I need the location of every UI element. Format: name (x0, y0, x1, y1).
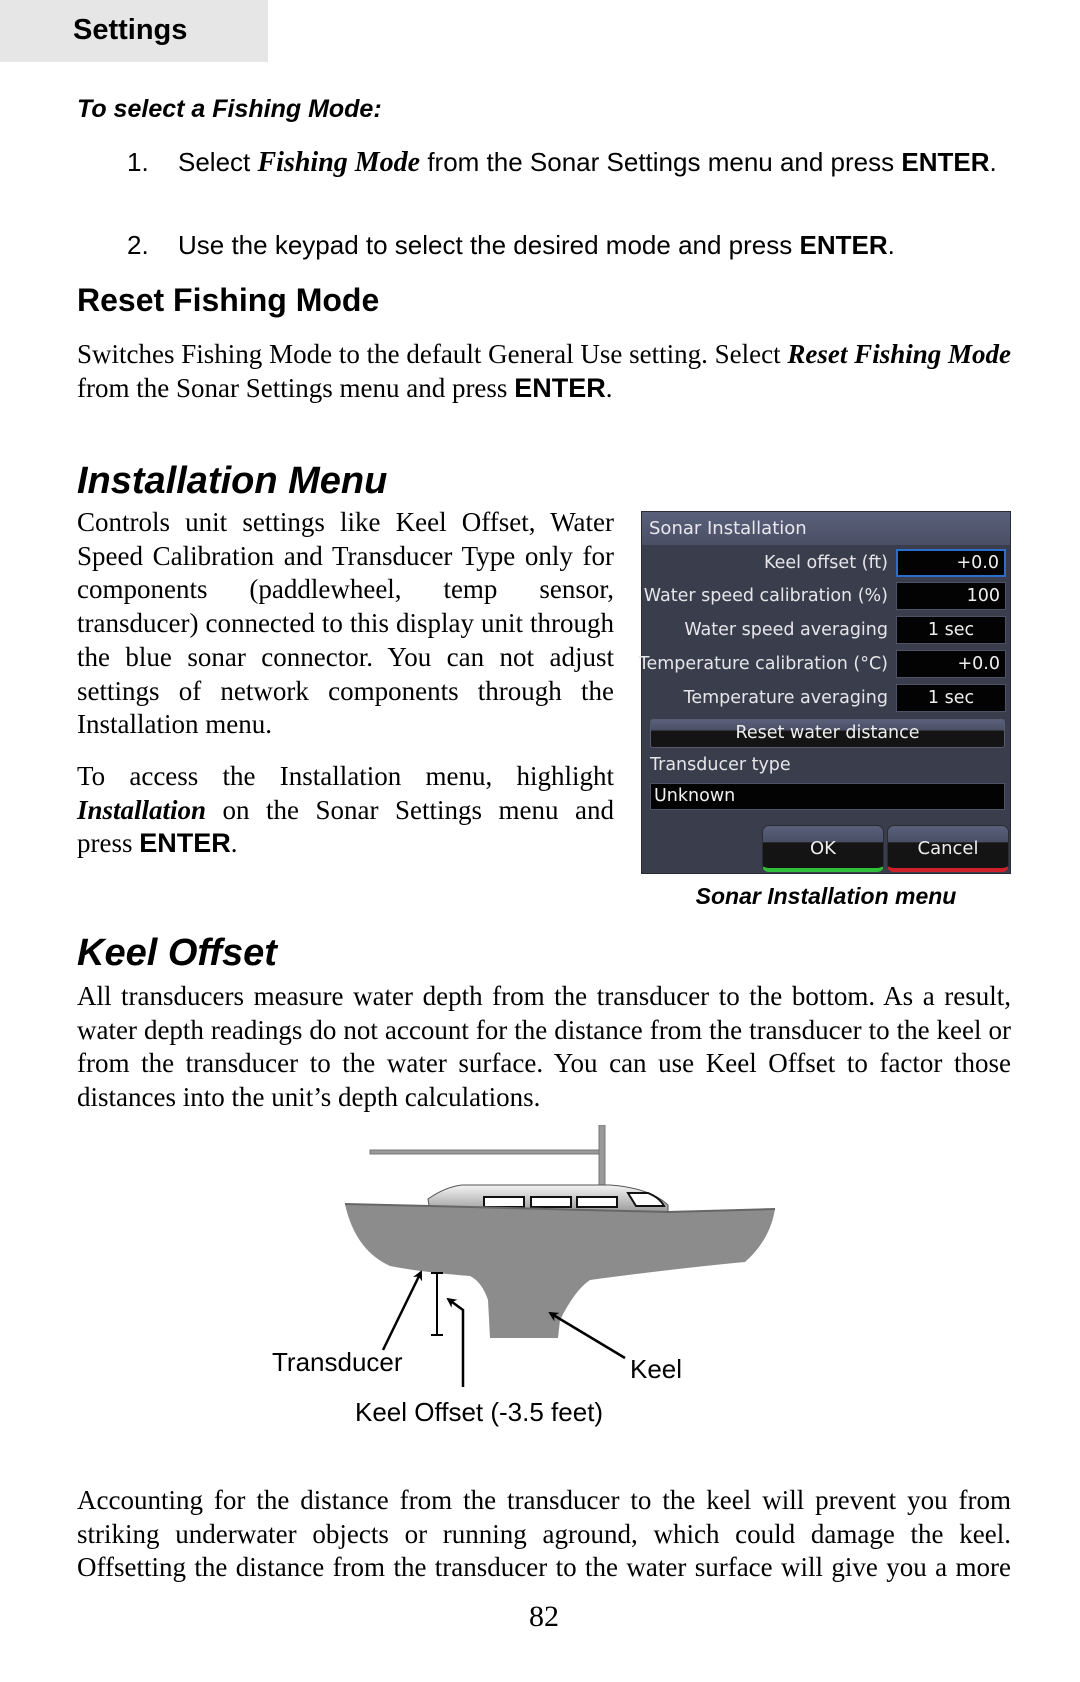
temperature-averaging-field[interactable]: 1 sec (896, 684, 1006, 712)
figure-caption: Sonar Installation menu (695, 883, 957, 909)
page-number: 82 (529, 1600, 559, 1633)
transducer-arrow-icon (381, 1270, 423, 1351)
reset-water-distance-button[interactable]: Reset water distance (650, 719, 1005, 748)
mast-icon (598, 1125, 606, 1188)
transducer-type-label: Transducer type (650, 755, 791, 775)
menu-item-reference: Installation (77, 794, 207, 825)
keel-arrow-icon (548, 1311, 626, 1360)
keel-offset-paragraph-continued: Accounting for the distance from the tra… (77, 1485, 1011, 1583)
setting-row-water-speed-calibration[interactable]: Water speed calibration (%) 100 (642, 582, 1010, 612)
installation-paragraph: Controls unit settings like Keel Offset,… (77, 507, 614, 740)
procedure-step: 2. Use the keypad to select the desired … (0, 228, 1080, 264)
diagram-label-transducer: Transducer (272, 1347, 403, 1377)
water-speed-averaging-field[interactable]: 1 sec (896, 616, 1006, 644)
keel-offset-paragraph: All transducers measure water depth from… (77, 981, 1011, 1113)
key-reference: ENTER (514, 373, 606, 403)
diagram-label-keel-offset: Keel Offset (-3.5 feet) (355, 1397, 604, 1427)
procedure-title: To select a Fishing Mode: (77, 95, 382, 123)
dialog-titlebar: Sonar Installation (642, 512, 1010, 545)
dialog-title: Sonar Installation (649, 518, 807, 539)
key-reference: ENTER (901, 147, 990, 177)
step-number: 2. (127, 230, 149, 260)
installation-access-paragraph: To access the Installation menu, highlig… (77, 761, 614, 859)
setting-label: Water speed averaging (684, 620, 888, 640)
offset-arrow-icon (446, 1297, 465, 1387)
procedure-step: 1. Select Fishing Mode from the Sonar Se… (0, 145, 1080, 215)
ok-button[interactable]: OK (762, 825, 884, 872)
water-speed-calibration-field[interactable]: 100 (896, 582, 1006, 610)
diagram-label-keel: Keel (630, 1354, 683, 1384)
key-reference: ENTER (799, 230, 888, 260)
setting-row-water-speed-averaging[interactable]: Water speed averaging 1 sec (642, 616, 1010, 646)
setting-row-temperature-calibration[interactable]: Temperature calibration (°C) +0.0 (638, 650, 1010, 680)
section-title: Keel Offset (77, 932, 277, 974)
section-header-tab: Settings (0, 0, 268, 62)
step-text: Use the keypad to select the desired mod… (178, 230, 895, 260)
boom-icon (369, 1149, 603, 1155)
keel-offset-field[interactable]: +0.0 (896, 549, 1006, 577)
reset-fishing-mode-paragraph: Switches Fishing Mode to the default Gen… (77, 339, 1012, 403)
keel-offset-bracket-icon (431, 1272, 443, 1336)
section-header-label: Settings (73, 14, 188, 46)
setting-label: Temperature averaging (683, 688, 888, 708)
setting-row-temperature-averaging[interactable]: Temperature averaging 1 sec (642, 684, 1010, 714)
temperature-calibration-field[interactable]: +0.0 (896, 650, 1006, 678)
step-number: 1. (127, 147, 149, 177)
step-text: Select Fishing Mode from the Sonar Setti… (178, 147, 997, 178)
key-reference: ENTER (139, 828, 231, 859)
sonar-installation-dialog: Sonar Installation Keel offset (ft) +0.0… (638, 511, 1011, 874)
cancel-button[interactable]: Cancel (887, 825, 1009, 872)
setting-label: Water speed calibration (%) (643, 586, 888, 606)
setting-label: Keel offset (ft) (763, 553, 888, 573)
setting-label: Temperature calibration (°C) (638, 654, 888, 674)
subsection-title: Reset Fishing Mode (77, 282, 380, 318)
setting-row-keel-offset[interactable]: Keel offset (ft) +0.0 (642, 549, 1010, 579)
menu-item-reference: Reset Fishing Mode (787, 339, 1012, 369)
section-title: Installation Menu (77, 460, 388, 502)
menu-item-reference: Fishing Mode (257, 147, 421, 178)
transducer-type-select[interactable]: Unknown (650, 783, 1005, 810)
